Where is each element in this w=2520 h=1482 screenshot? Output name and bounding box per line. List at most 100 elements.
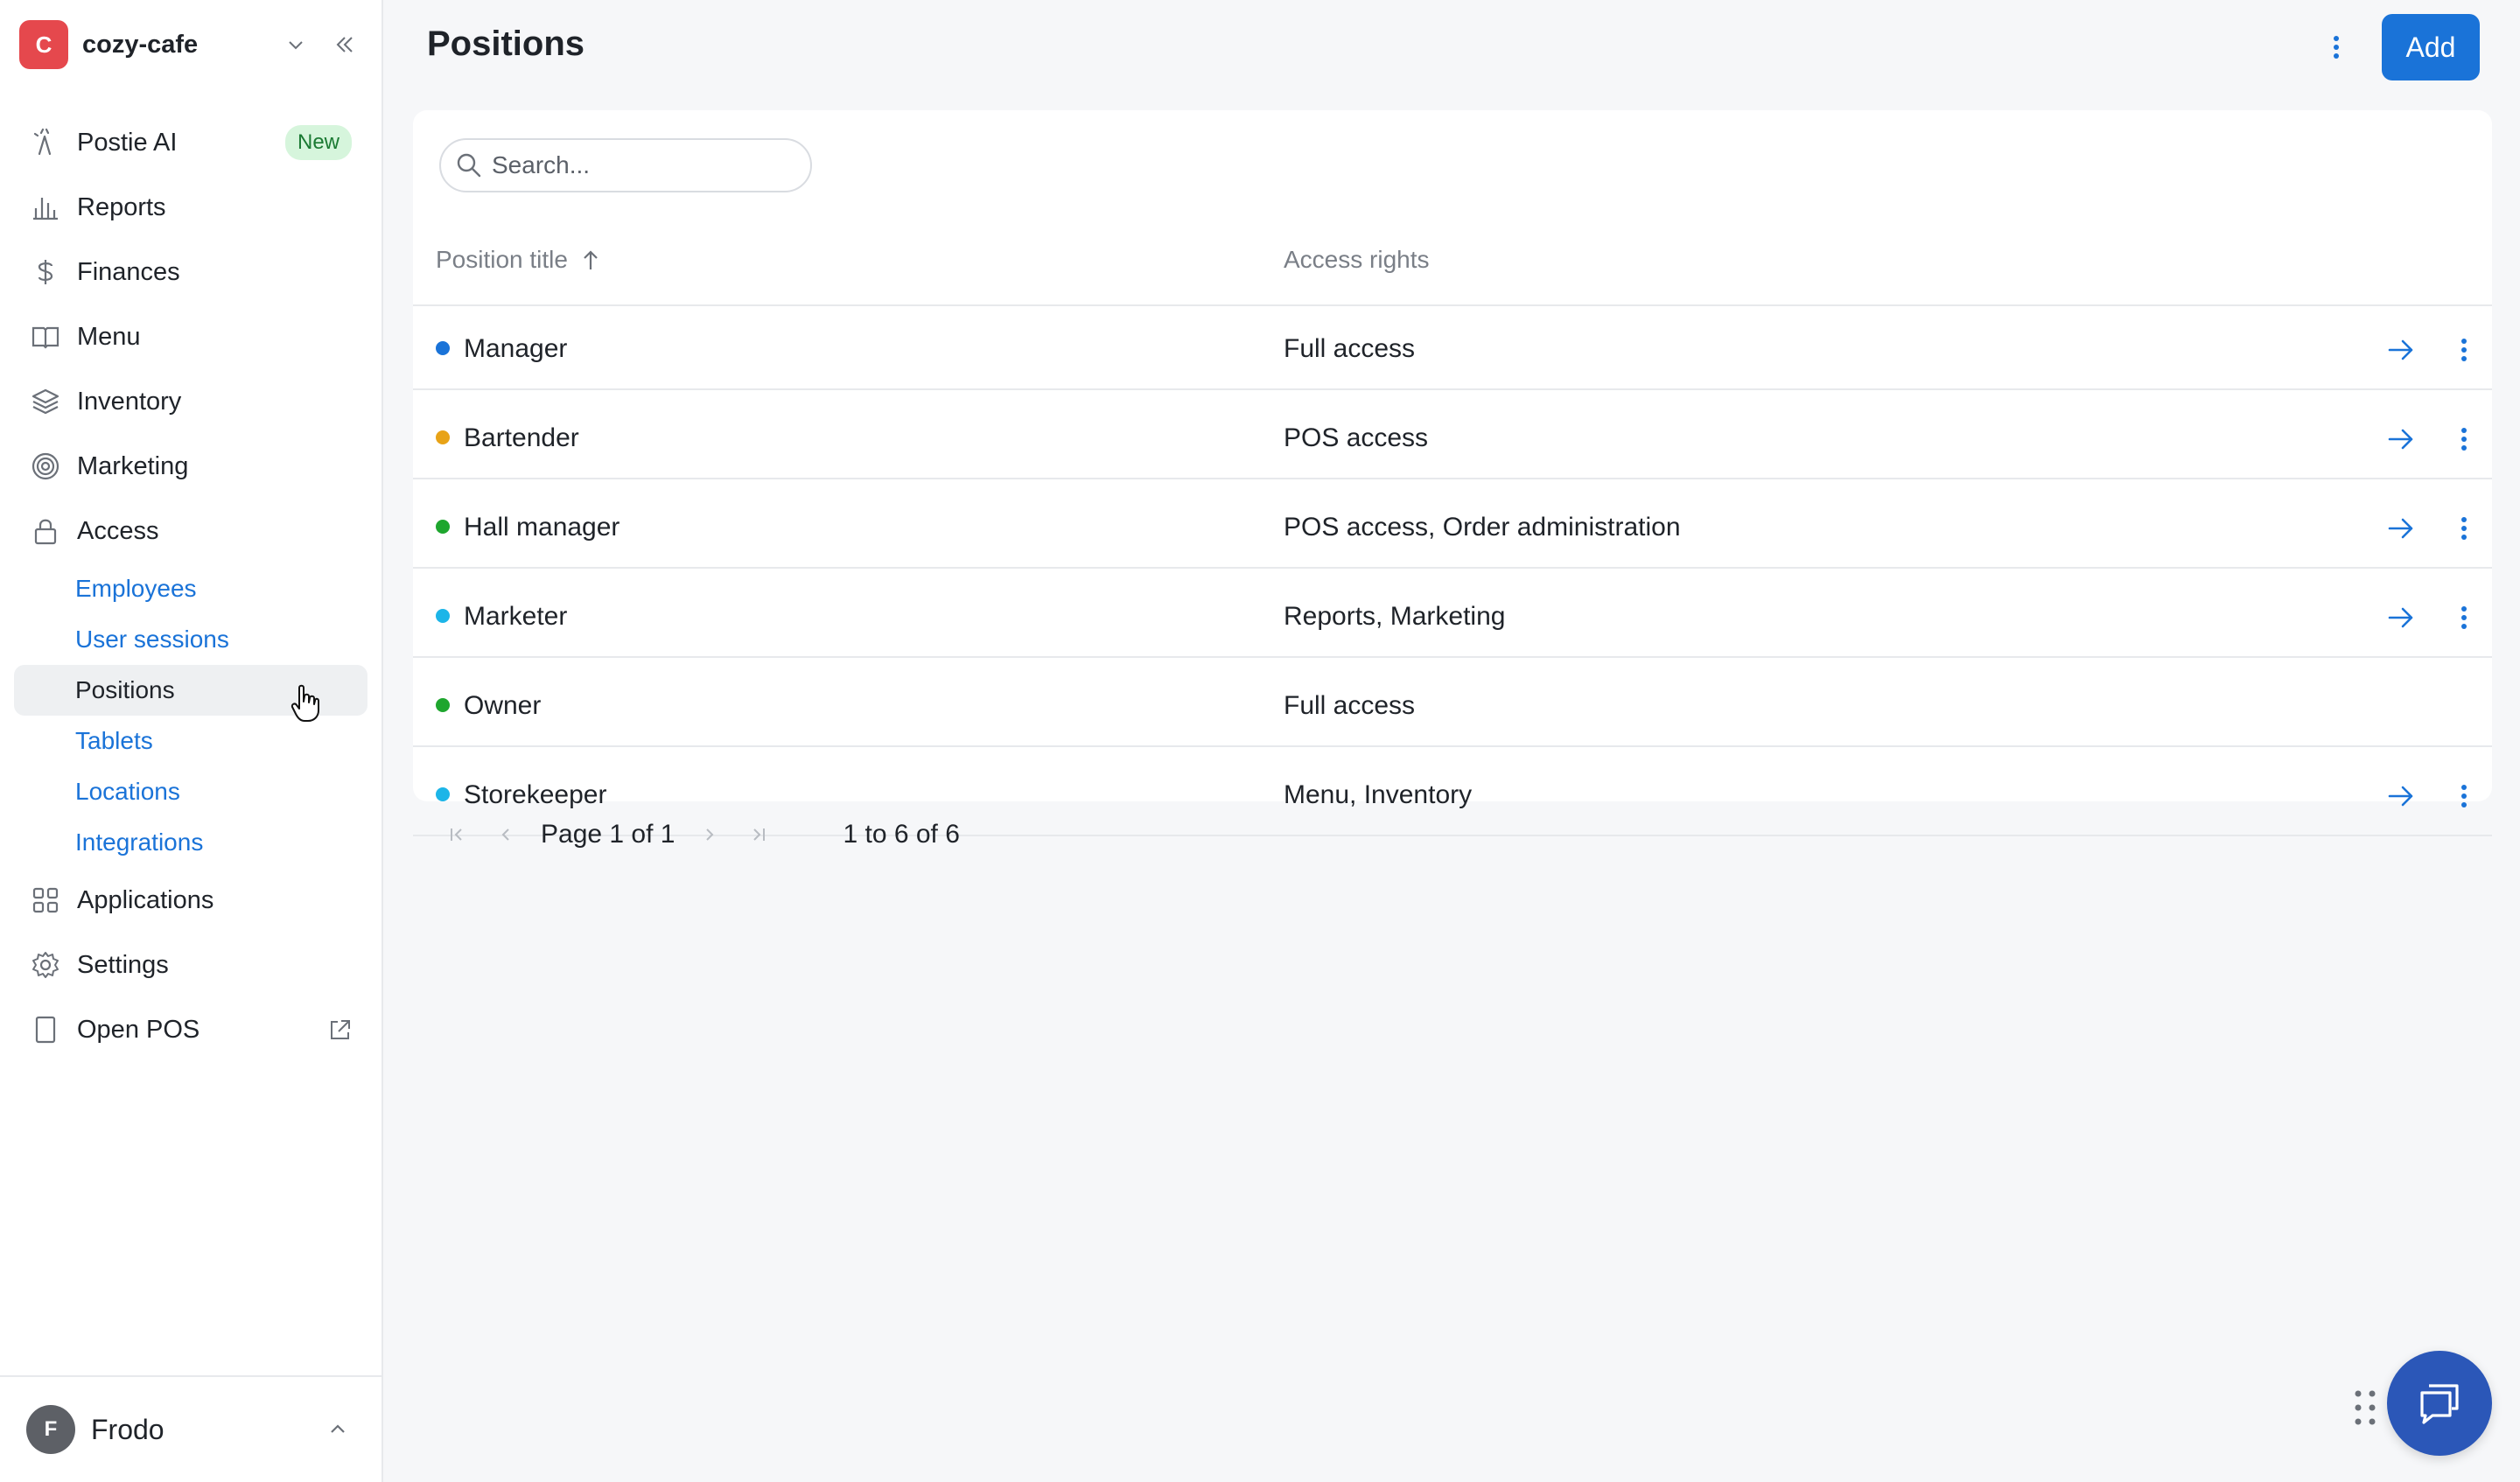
sidebar: C cozy-cafe Postie AI New Reports Financ… [0,0,383,1482]
search-icon [457,153,481,178]
search-box[interactable] [439,138,812,192]
column-header-access-rights: Access rights [1284,246,1430,273]
more-options-icon[interactable] [2445,420,2483,458]
sidebar-item-access[interactable]: Access [14,499,368,563]
sidebar-subitem-integrations[interactable]: Integrations [14,817,368,868]
new-badge: New [284,125,352,160]
sidebar-item-label: Open POS [77,1015,200,1044]
previous-page-icon[interactable] [488,817,523,852]
access-rights: POS access [1284,423,1429,452]
search-input[interactable] [492,151,789,179]
sidebar-item-label: Inventory [77,387,182,416]
position-color-dot [436,787,450,801]
page-indicator: Page 1 of 1 [541,820,676,849]
more-options-icon[interactable] [2445,509,2483,548]
table-row[interactable]: Manager Full access [413,308,2492,390]
arrow-right-icon[interactable] [2382,420,2420,458]
sidebar-item-open-pos[interactable]: Open POS [14,997,368,1062]
next-page-icon[interactable] [692,817,727,852]
arrow-right-icon[interactable] [2382,509,2420,548]
position-color-dot [436,698,450,712]
app: C cozy-cafe Postie AI New Reports Financ… [0,0,2520,1482]
chevron-up-icon[interactable] [320,1412,355,1447]
position-title: Storekeeper [464,780,607,809]
first-page-icon[interactable] [439,817,474,852]
access-rights: Full access [1284,691,1416,720]
chat-icon [2420,1384,2459,1424]
arrow-right-icon[interactable] [2382,598,2420,637]
sidebar-subitem-positions[interactable]: Positions [14,665,368,716]
table-row[interactable]: Owner Full access [413,665,2492,747]
bar-chart-icon [30,192,61,223]
wand-icon [30,127,61,158]
more-options-icon[interactable] [2445,331,2483,369]
table-row[interactable]: Bartender POS access [413,397,2492,479]
add-button[interactable]: Add [2382,14,2480,80]
pagination: Page 1 of 1 1 to 6 of 6 [439,817,960,852]
sidebar-subitem-employees[interactable]: Employees [14,563,368,614]
sidebar-item-marketing[interactable]: Marketing [14,434,368,499]
chat-support-button[interactable] [2387,1351,2492,1456]
column-header-position-title[interactable]: Position title [436,246,601,274]
positions-table-card: Position title Access rights Manager Full… [413,110,2492,849]
position-title: Marketer [464,602,568,631]
external-link-icon [331,1020,350,1039]
access-rights: Reports, Marketing [1284,602,1506,631]
sidebar-item-label: Settings [77,950,169,979]
sidebar-item-label: Finances [77,257,180,286]
table-row[interactable]: Hall manager POS access, Order administra… [413,486,2492,569]
access-rights: Menu, Inventory [1284,780,1473,809]
org-name: cozy-cafe [82,30,199,59]
sidebar-item-label: Postie AI [77,128,178,157]
avatar: F [26,1405,75,1454]
position-color-dot [436,609,450,623]
sidebar-item-settings[interactable]: Settings [14,933,368,997]
sidebar-item-label: Access [77,516,159,545]
access-rights: POS access, Order administration [1284,513,1681,542]
tablet-icon [30,1014,61,1045]
lock-icon [30,515,61,547]
table-header: Position title Access rights [413,215,2492,306]
sidebar-subitem-locations[interactable]: Locations [14,766,368,817]
table-row[interactable]: Marketer Reports, Marketing [413,576,2492,658]
sidebar-item-postie-ai[interactable]: Postie AI New [14,110,368,175]
page-title: Positions [427,24,585,63]
more-options-icon[interactable] [2445,598,2483,637]
sidebar-item-reports[interactable]: Reports [14,175,368,240]
position-title: Owner [464,691,542,720]
position-color-dot [436,430,450,444]
user-name: Frodo [91,1413,164,1445]
chevron-down-icon[interactable] [278,27,313,62]
sidebar-item-label: Applications [77,885,214,914]
user-menu[interactable]: F Frodo [0,1375,382,1482]
layers-icon [30,386,61,417]
column-header-label: Position title [436,246,568,273]
arrow-right-icon[interactable] [2382,777,2420,815]
position-title: Hall manager [464,513,620,542]
sidebar-item-menu[interactable]: Menu [14,304,368,369]
sidebar-item-inventory[interactable]: Inventory [14,369,368,434]
position-title: Manager [464,334,568,363]
sidebar-item-finances[interactable]: Finances [14,240,368,304]
access-rights: Full access [1284,334,1416,363]
sidebar-item-label: Marketing [77,451,189,480]
last-page-icon[interactable] [741,817,776,852]
more-options-icon[interactable] [2445,777,2483,815]
position-color-dot [436,520,450,534]
collapse-sidebar-icon[interactable] [327,27,362,62]
sort-ascending-icon [584,250,598,269]
sidebar-item-applications[interactable]: Applications [14,868,368,933]
org-switcher[interactable]: C cozy-cafe [19,19,362,70]
sidebar-item-label: Menu [77,322,141,351]
sidebar-item-label: Reports [77,192,166,221]
arrow-right-icon[interactable] [2382,331,2420,369]
drag-handle-icon[interactable] [2352,1388,2378,1428]
dollar-icon [30,256,61,288]
position-title: Bartender [464,423,579,452]
more-options-icon[interactable] [2315,26,2357,68]
org-avatar: C [19,20,68,69]
grid-icon [30,884,61,916]
sidebar-subitem-user-sessions[interactable]: User sessions [14,614,368,665]
sidebar-subitem-tablets[interactable]: Tablets [14,716,368,766]
gear-icon [30,949,61,981]
